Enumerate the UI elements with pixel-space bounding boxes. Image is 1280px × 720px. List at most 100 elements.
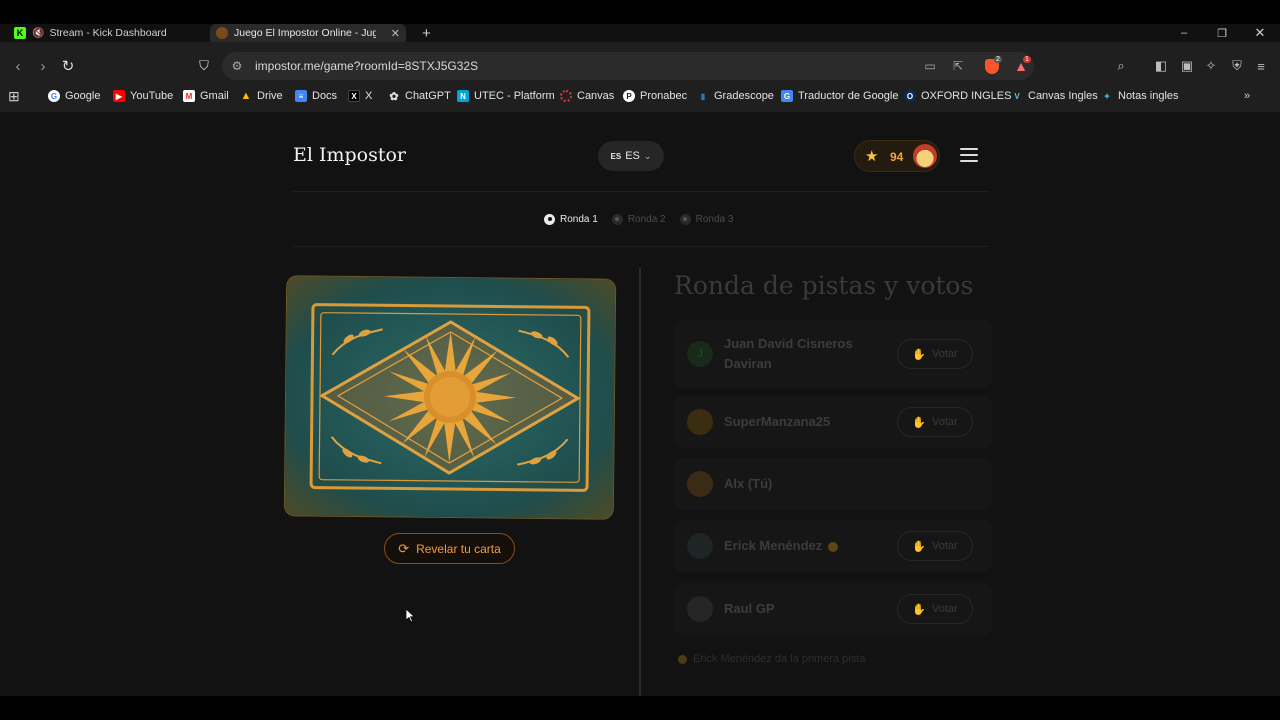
player-name: Raul GP (724, 601, 775, 616)
tab-impostor-game[interactable]: Juego El Impostor Online - Jugar ✕ (210, 24, 406, 42)
language-flag: ES (610, 151, 622, 161)
utec-icon: N (457, 90, 469, 102)
close-tab-icon[interactable]: ✕ (383, 27, 400, 40)
restore-icon[interactable]: ❐ (1204, 24, 1240, 42)
screen: K 🔇 Stream - Kick Dashboard Juego El Imp… (0, 0, 1280, 720)
vote-button[interactable]: ✋ Votar (897, 339, 973, 369)
bookmark-canvas[interactable]: Canvas (560, 88, 614, 104)
card-back-art (309, 303, 591, 492)
header-divider (293, 191, 989, 192)
round-3: Ronda 3 (679, 212, 733, 226)
hand-icon: ✋ (912, 540, 926, 553)
muted-speaker-icon: 🔇 (32, 27, 45, 39)
bookmark-gradescope[interactable]: ▮ Gradescope (697, 88, 774, 104)
more-bookmarks-icon[interactable]: » (1244, 88, 1250, 104)
canvas-ingles-icon: V (1014, 91, 1020, 101)
active-turn-indicator (828, 541, 839, 552)
bookmark-oxford[interactable]: O OXFORD INGLES (904, 88, 1011, 104)
tab-strip: K 🔇 Stream - Kick Dashboard Juego El Imp… (0, 24, 1280, 42)
canvas-icon (560, 90, 572, 102)
kick-icon: K (14, 27, 26, 39)
drive-icon: ▲ (240, 90, 252, 102)
forward-icon[interactable]: › (34, 57, 52, 75)
back-icon[interactable]: ‹ (9, 57, 27, 75)
player-name: Erick Menéndez (724, 536, 839, 556)
bookmark-gmail[interactable]: M Gmail (183, 88, 229, 104)
vote-button[interactable]: ✋ Votar (897, 594, 973, 624)
chevron-down-icon: ⌄ (643, 150, 652, 161)
cast-icon[interactable]: ▭ (921, 57, 939, 75)
bookmark-notas-ingles[interactable]: ✦ Notas ingles (1101, 88, 1179, 104)
reload-icon[interactable]: ↻ (59, 57, 77, 75)
bookmark-drive[interactable]: ▲ Drive (240, 88, 283, 104)
role-card[interactable] (284, 276, 616, 519)
player-card: Erick Menéndez ✋ Votar (674, 520, 992, 572)
vpn-icon[interactable]: ⛨ (1228, 57, 1246, 75)
url-text[interactable]: impostor.me/game?roomId=8STXJ5G32S (255, 59, 478, 73)
browser-chrome: K 🔇 Stream - Kick Dashboard Juego El Imp… (0, 24, 1280, 112)
new-tab-button[interactable]: + (416, 24, 438, 42)
brave-badge: 2 (994, 56, 1002, 63)
reveal-card-button[interactable]: ⟳ Revelar tu carta (384, 533, 515, 564)
brave-shields-icon[interactable]: 2 (981, 56, 1003, 75)
wallet-icon[interactable]: ▣ (1178, 57, 1196, 75)
language-label: ES (625, 150, 640, 162)
turn-dot-icon (678, 654, 687, 664)
bookmark-page-icon[interactable]: ⛉ (195, 57, 213, 75)
vote-button[interactable]: ✋ Votar (897, 531, 973, 561)
tab-title: Juego El Impostor Online - Jugar (234, 27, 376, 39)
impostor-favicon-icon (216, 27, 228, 39)
round-1: Ronda 1 (544, 212, 598, 226)
round-panel-title: Ronda de pistas y votos (674, 271, 974, 300)
player-name: SuperManzana25 (724, 414, 831, 429)
bookmark-pronabec[interactable]: P Pronabec (623, 88, 687, 104)
bookmark-chatgpt[interactable]: ✿ ChatGPT (388, 88, 450, 104)
player-card: Raul GP ✋ Votar (674, 583, 992, 635)
bottom-bar (0, 696, 1280, 720)
tab-search-icon[interactable]: ⌕ (1112, 57, 1130, 75)
vote-button[interactable]: ✋ Votar (897, 407, 973, 437)
minimize-icon[interactable]: – (1166, 24, 1202, 42)
round-2: Ronda 2 (611, 212, 666, 226)
hand-icon: ✋ (912, 603, 926, 616)
bookmark-docs[interactable]: ≡ Docs (295, 88, 337, 104)
main-menu-icon[interactable]: ≡ (1252, 57, 1270, 75)
leo-ai-icon[interactable]: ✧ (1202, 57, 1220, 75)
bookmark-x[interactable]: XX (348, 88, 372, 104)
player-name: Juan David Cisneros Daviran (724, 336, 853, 371)
notas-icon: ✦ (1103, 91, 1111, 101)
language-selector[interactable]: ES ES ⌄ (598, 141, 664, 171)
bookmarks-bar: ⊞ G Google ▶ YouTube M Gmail ▲ Drive ≡ Docs X… (0, 84, 1280, 108)
bookmark-youtube[interactable]: ▶ YouTube (113, 88, 173, 104)
player-avatar (687, 533, 713, 559)
docs-icon: ≡ (295, 90, 307, 102)
toolbar: ‹ › ↻ ⛉ ⚙ impostor.me/game?roomId=8STXJ5… (0, 50, 1280, 82)
close-window-icon[interactable]: ✕ (1242, 24, 1278, 42)
bookmark-translate[interactable]: G Traductor de Google (781, 88, 898, 104)
share-icon[interactable]: ⇱ (949, 57, 967, 75)
oxford-icon: O (904, 90, 916, 102)
hamburger-menu-icon[interactable] (960, 148, 978, 162)
game-page: El Impostor ES ES ⌄ ★ 94 Ronda 1 Ronda 2… (0, 112, 1280, 696)
player-avatar (687, 596, 713, 622)
tab-title: Stream - Kick Dashboard (49, 27, 167, 39)
brave-rewards-icon[interactable]: ▲ 1 (1010, 56, 1032, 75)
x-icon: X (348, 90, 360, 102)
panel-divider (639, 267, 641, 696)
tab-kick-dashboard[interactable]: K 🔇 Stream - Kick Dashboard (8, 24, 208, 42)
address-bar[interactable]: ⚙ impostor.me/game?roomId=8STXJ5G32S ▭ ⇱… (222, 52, 1034, 80)
hand-icon: ✋ (912, 416, 926, 429)
player-card: J Juan David Cisneros Daviran ✋ Votar (674, 320, 992, 388)
site-brand[interactable]: El Impostor (293, 144, 406, 166)
turn-note: Erick Menéndez da la primera pista (678, 653, 865, 665)
bookmark-canvas-ingles[interactable]: V Canvas Ingles (1011, 88, 1097, 104)
apps-grid-icon[interactable]: ⊞ (8, 88, 20, 104)
sidebar-icon[interactable]: ◧ (1152, 57, 1170, 75)
user-score-badge[interactable]: ★ 94 (854, 140, 940, 172)
pronabec-icon: P (623, 90, 635, 102)
bookmark-google[interactable]: G Google (48, 88, 100, 104)
player-card: SuperManzana25 ✋ Votar (674, 396, 992, 448)
site-settings-icon[interactable]: ⚙ (228, 57, 246, 75)
translate-icon: G (781, 90, 793, 102)
bookmark-utec[interactable]: N UTEC - Platform (457, 88, 555, 104)
